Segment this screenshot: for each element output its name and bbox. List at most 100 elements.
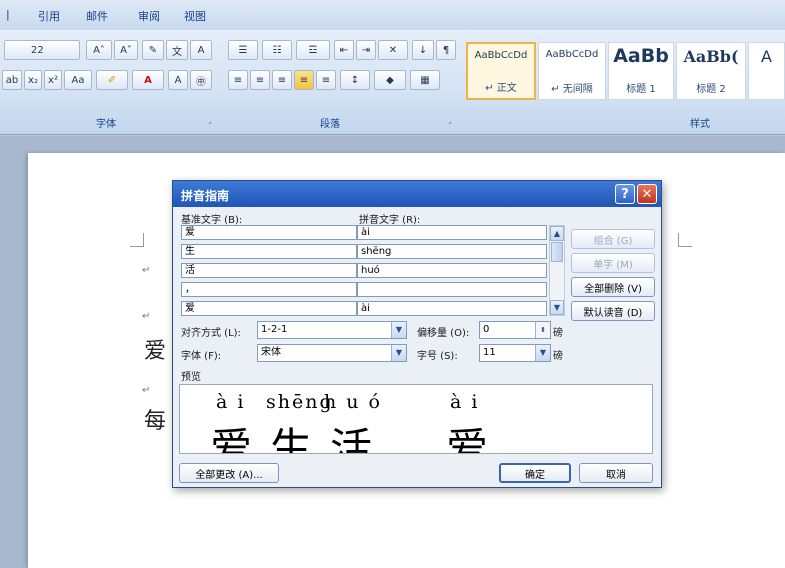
dialog-title: 拼音指南 — [181, 189, 230, 203]
font-size-combo[interactable]: 22 — [4, 40, 80, 60]
subscript-icon[interactable]: x₂ — [24, 70, 42, 90]
paragraph-mark: ↵ — [142, 311, 151, 322]
base-cell[interactable]: ， — [181, 282, 357, 297]
show-marks-icon[interactable]: ¶ — [436, 40, 456, 60]
font-group-label: 字体 — [96, 119, 116, 130]
clear-all-button[interactable]: 全部删除 (V) — [571, 277, 655, 297]
alignment-label: 对齐方式 (L): — [181, 328, 241, 339]
align-center-icon[interactable]: ≡ — [250, 70, 270, 90]
ruby-cell[interactable]: huó — [357, 263, 547, 278]
base-cell[interactable]: 活 — [181, 263, 357, 278]
style-sample: AaBbCcDd — [474, 50, 528, 61]
multilevel-list-icon[interactable]: ☲ — [296, 40, 330, 60]
highlight-icon[interactable]: ✐ — [96, 70, 128, 90]
style-normal[interactable]: AaBbCcDd ↵ 正文 — [466, 42, 536, 100]
clear-format-icon[interactable]: ✎ — [142, 40, 164, 60]
base-cell[interactable]: 生 — [181, 244, 357, 259]
numbering-icon[interactable]: ☷ — [262, 40, 292, 60]
style-name: 标题 2 — [696, 84, 726, 95]
asian-layout-icon[interactable]: ✕ — [378, 40, 408, 60]
paragraph-mark: ↵ — [142, 265, 151, 276]
style-heading-2[interactable]: AaBb( 标题 2 — [676, 42, 746, 100]
document-char: 爱 — [144, 339, 167, 364]
grow-font-button[interactable]: A˄ — [86, 40, 112, 60]
shading-icon[interactable]: ◆ — [374, 70, 406, 90]
ruby-cell[interactable]: ài — [357, 225, 547, 240]
justify-icon[interactable]: ≡ — [294, 70, 314, 90]
combine-button[interactable]: 组合 (G) — [571, 229, 655, 249]
dialog-titlebar[interactable]: 拼音指南 ? ✕ — [173, 181, 661, 207]
distributed-icon[interactable]: ≡ — [316, 70, 336, 90]
margin-corner-right — [678, 233, 692, 247]
style-partial[interactable]: A — [748, 42, 785, 100]
rows-scrollbar[interactable]: ▲ ▼ — [549, 225, 565, 316]
ruby-text-label: 拼音文字 (R): — [359, 215, 421, 226]
font-dialog-launcher-icon[interactable]: ⌟ — [208, 116, 212, 125]
scroll-thumb[interactable] — [551, 242, 563, 262]
default-reading-button[interactable]: 默认读音 (D) — [571, 301, 655, 321]
size-unit: 磅 — [553, 351, 563, 362]
margin-corner-left — [130, 233, 144, 247]
size-select[interactable]: 11 ▼ — [479, 344, 551, 362]
alignment-select[interactable]: 1-2-1 ▼ — [257, 321, 407, 339]
shrink-font-button[interactable]: A˅ — [114, 40, 138, 60]
preview-hanzi: 爱 — [210, 424, 253, 454]
font-select[interactable]: 宋体 ▼ — [257, 344, 407, 362]
tab-view[interactable]: 视图 — [184, 8, 206, 24]
styles-group-label: 样式 — [690, 119, 710, 130]
style-name: 标题 1 — [626, 84, 656, 95]
sort-icon[interactable]: ↓ — [412, 40, 434, 60]
phonetic-guide-icon[interactable]: 文 — [166, 40, 188, 60]
align-left-icon[interactable]: ≡ — [228, 70, 248, 90]
line-spacing-icon[interactable]: ↕ — [340, 70, 370, 90]
single-char-button[interactable]: 单字 (M) — [571, 253, 655, 273]
preview-hanzi: 爱 — [446, 424, 489, 454]
size-value: 11 — [483, 347, 496, 358]
ruby-cell[interactable] — [357, 282, 547, 297]
base-text-label: 基准文字 (B): — [181, 215, 243, 226]
char-shading-icon[interactable]: A — [168, 70, 188, 90]
paragraph-group-label: 段落 — [320, 119, 340, 130]
style-sample: AaBb — [613, 45, 669, 67]
ribbon: 22 A˄ A˅ ✎ 文 A ab x₂ x² Aa ✐ A A ㊥ 字体 ⌟ … — [0, 30, 785, 135]
scroll-up-icon[interactable]: ▲ — [550, 226, 564, 241]
chevron-down-icon[interactable]: ▼ — [391, 322, 406, 338]
enclose-char-icon[interactable]: ㊥ — [190, 70, 212, 90]
bullets-icon[interactable]: ☰ — [228, 40, 258, 60]
base-cell[interactable]: 爱 — [181, 301, 357, 316]
superscript-icon[interactable]: x² — [44, 70, 62, 90]
close-button[interactable]: ✕ — [637, 184, 657, 204]
font-color-icon[interactable]: A — [132, 70, 164, 90]
style-heading-1[interactable]: AaBb 标题 1 — [608, 42, 674, 100]
tab-mailings[interactable]: 邮件 — [86, 8, 108, 24]
tab-partial[interactable]: | — [6, 8, 10, 21]
style-no-spacing[interactable]: AaBbCcDd ↵ 无间隔 — [538, 42, 606, 100]
cancel-button[interactable]: 取消 — [579, 463, 653, 483]
change-all-button[interactable]: 全部更改 (A)... — [179, 463, 279, 483]
preview-hanzi: 生 — [270, 424, 313, 454]
ok-button[interactable]: 确定 — [499, 463, 571, 483]
char-border-icon[interactable]: A — [190, 40, 212, 60]
font-value: 宋体 — [261, 347, 281, 358]
increase-indent-icon[interactable]: ⇥ — [356, 40, 376, 60]
style-sample: AaBb( — [683, 47, 739, 66]
font-size-value: 22 — [31, 44, 44, 56]
base-cell[interactable]: 爱 — [181, 225, 357, 240]
decrease-indent-icon[interactable]: ⇤ — [334, 40, 354, 60]
align-right-icon[interactable]: ≡ — [272, 70, 292, 90]
tab-review[interactable]: 审阅 — [138, 8, 160, 24]
spinner-icon[interactable]: ⬍ — [535, 322, 550, 338]
strikethrough-icon[interactable]: ab — [2, 70, 22, 90]
borders-icon[interactable]: ▦ — [410, 70, 440, 90]
scroll-down-icon[interactable]: ▼ — [550, 300, 564, 315]
preview-pinyin: h u ó — [324, 391, 382, 413]
offset-spinner[interactable]: 0 ⬍ — [479, 321, 551, 339]
chevron-down-icon[interactable]: ▼ — [391, 345, 406, 361]
chevron-down-icon[interactable]: ▼ — [535, 345, 550, 361]
tab-references[interactable]: 引用 — [38, 8, 60, 24]
ruby-cell[interactable]: shēng — [357, 244, 547, 259]
change-case-icon[interactable]: Aa — [64, 70, 92, 90]
ruby-cell[interactable]: ài — [357, 301, 547, 316]
paragraph-dialog-launcher-icon[interactable]: ⌟ — [448, 116, 452, 125]
help-button[interactable]: ? — [615, 184, 635, 204]
